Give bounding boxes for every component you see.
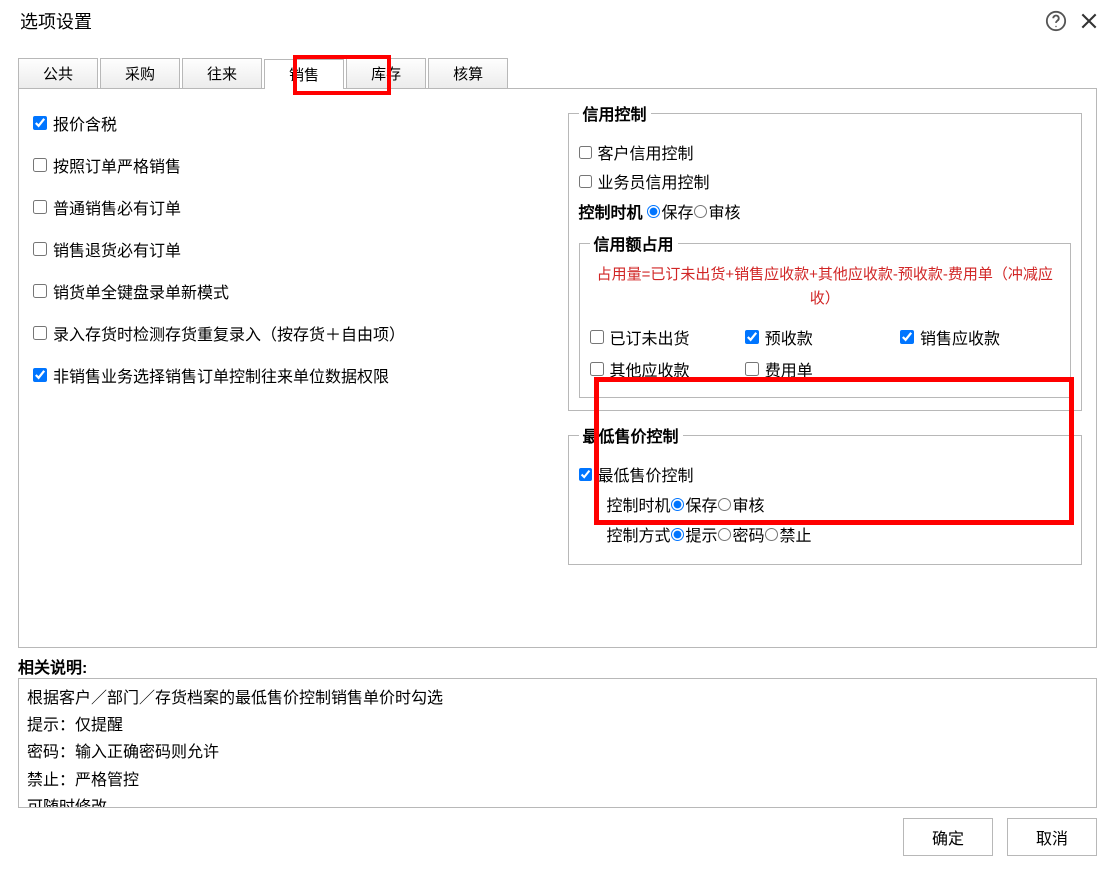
credit-timing-row: 控制时机 保存 审核	[579, 199, 1072, 223]
radio-mp-pwd[interactable]	[718, 528, 731, 541]
tab-public[interactable]: 公共	[18, 58, 98, 88]
opt-dup-inventory[interactable]: 录入存货时检测存货重复录入（按存货＋自由项）	[33, 321, 548, 345]
credit-quota-group: 信用额占用 占用量=已订未出货+销售应收款+其他应收款-预收款-费用单（冲减应收…	[579, 231, 1072, 398]
desc-line: 密码：输入正确密码则允许	[27, 739, 1088, 766]
right-column: 信用控制 客户信用控制 业务员信用控制 控制时机 保存 审核 信用额占用 占用量…	[568, 101, 1083, 633]
quota-note: 占用量=已订未出货+销售应收款+其他应收款-预收款-费用单（冲减应收）	[590, 263, 1061, 311]
description-box[interactable]: 根据客户／部门／存货档案的最低售价控制销售单价时勾选 提示：仅提醒 密码：输入正…	[18, 678, 1097, 808]
tab-sales[interactable]: 销售	[264, 59, 344, 89]
credit-control-group: 信用控制 客户信用控制 业务员信用控制 控制时机 保存 审核 信用额占用 占用量…	[568, 101, 1083, 411]
chk-expense[interactable]: 费用单	[745, 357, 900, 381]
desc-line: 禁止：严格管控	[27, 767, 1088, 794]
chk-other-ar[interactable]: 其他应收款	[590, 357, 745, 381]
chk-ordered-unshipped[interactable]: 已订未出货	[590, 325, 745, 349]
radio-mp-hint[interactable]	[671, 528, 684, 541]
min-price-legend: 最低售价控制	[579, 423, 683, 447]
tab-bar: 公共 采购 往来 销售 库存 核算	[18, 58, 1097, 88]
desc-line: 提示：仅提醒	[27, 712, 1088, 739]
opt-normal-sale-order[interactable]: 普通销售必有订单	[33, 195, 548, 219]
window-title: 选项设置	[20, 8, 92, 34]
opt-quote-tax[interactable]: 报价含税	[33, 111, 548, 135]
description-label: 相关说明:	[18, 654, 1097, 678]
footer: 确定 取消	[0, 808, 1115, 856]
tab-ar-ap[interactable]: 往来	[182, 58, 262, 88]
opt-strict-order[interactable]: 按照订单严格销售	[33, 153, 548, 177]
min-price-method-row: 控制方式 提示 密码 禁止	[607, 522, 1072, 546]
opt-keyboard-mode[interactable]: 销货单全键盘录单新模式	[33, 279, 548, 303]
radio-credit-audit[interactable]	[694, 205, 707, 218]
radio-mp-audit[interactable]	[718, 498, 731, 511]
min-price-timing-row: 控制时机 保存 审核	[607, 492, 1072, 516]
chk-sales-ar[interactable]: 销售应收款	[900, 325, 1055, 349]
help-icon[interactable]	[1045, 10, 1067, 32]
quota-legend: 信用额占用	[590, 231, 678, 255]
sales-panel: 报价含税 按照订单严格销售 普通销售必有订单 销售退货必有订单 销货单全键盘录单…	[18, 88, 1097, 648]
desc-line: 可随时修改	[27, 794, 1088, 808]
cancel-button[interactable]: 取消	[1007, 818, 1097, 856]
credit-legend: 信用控制	[579, 101, 651, 125]
chk-prepay[interactable]: 预收款	[745, 325, 900, 349]
opt-return-need-order[interactable]: 销售退货必有订单	[33, 237, 548, 261]
radio-mp-save[interactable]	[671, 498, 684, 511]
opt-nonsale-control[interactable]: 非销售业务选择销售订单控制往来单位数据权限	[33, 363, 548, 387]
radio-mp-ban[interactable]	[765, 528, 778, 541]
desc-line: 根据客户／部门／存货档案的最低售价控制销售单价时勾选	[27, 685, 1088, 712]
close-icon[interactable]	[1079, 11, 1099, 31]
tab-accounting[interactable]: 核算	[428, 58, 508, 88]
tab-inventory[interactable]: 库存	[346, 58, 426, 88]
chk-min-price[interactable]: 最低售价控制	[579, 462, 1072, 486]
chk-salesman-credit[interactable]: 业务员信用控制	[579, 169, 1072, 193]
ok-button[interactable]: 确定	[903, 818, 993, 856]
radio-credit-save[interactable]	[647, 205, 660, 218]
chk-customer-credit[interactable]: 客户信用控制	[579, 140, 1072, 164]
window-header: 选项设置	[0, 0, 1115, 48]
tab-purchase[interactable]: 采购	[100, 58, 180, 88]
left-column: 报价含税 按照订单严格销售 普通销售必有订单 销售退货必有订单 销货单全键盘录单…	[33, 101, 548, 633]
min-price-group: 最低售价控制 最低售价控制 控制时机 保存 审核 控制方式 提示 密码 禁止	[568, 423, 1083, 565]
